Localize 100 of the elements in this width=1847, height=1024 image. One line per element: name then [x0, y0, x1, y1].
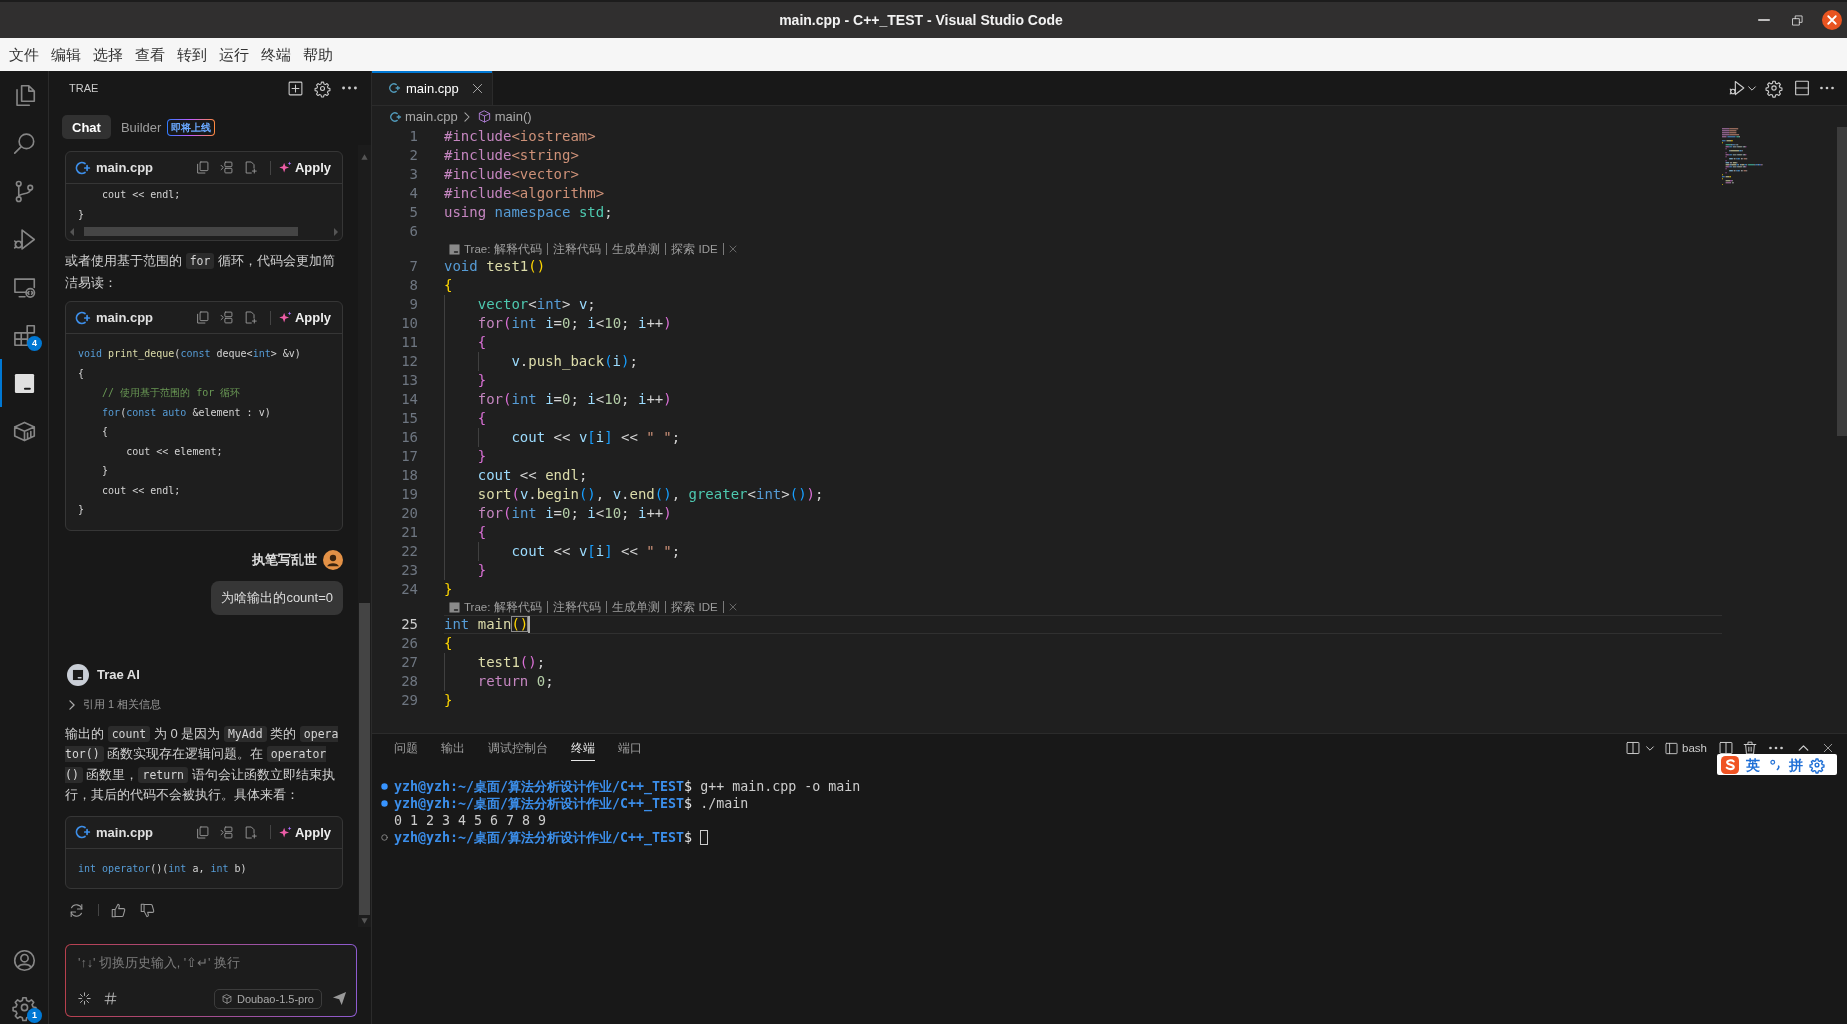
menu-item[interactable]: 转到 [171, 41, 213, 68]
send-icon[interactable] [332, 991, 347, 1006]
chat-mode-tab[interactable]: Builder 即将上线 [110, 115, 226, 139]
chat-input-box[interactable]: '↑↓' 切换历史输入, '⇧↵' 换行 Doubao-1.5-pro [65, 944, 357, 1017]
terminal-selector[interactable]: bash [1665, 741, 1707, 755]
panel-tab[interactable]: 问题 [394, 734, 418, 761]
scrollbar-thumb[interactable] [359, 603, 370, 915]
new-file-icon[interactable] [243, 311, 257, 324]
code-line: { [444, 276, 453, 295]
thumbs-down-icon[interactable] [140, 902, 155, 918]
more-icon[interactable] [342, 86, 357, 90]
chat-mode-tab[interactable]: Chat [62, 115, 111, 139]
line-number: 17 [400, 447, 418, 466]
logo-icon[interactable] [1720, 755, 1740, 774]
chevron-up-icon[interactable] [1798, 745, 1809, 751]
copy-icon[interactable] [195, 825, 209, 839]
play-bug-icon[interactable] [1729, 80, 1745, 96]
codelens-link[interactable]: 注释代码 [553, 599, 602, 615]
code-line: vector<int> v; [476, 295, 596, 314]
insert-icon[interactable] [219, 825, 233, 839]
code-line: } [101, 464, 110, 478]
status-dot-icon[interactable] [381, 783, 388, 790]
more-icon[interactable] [1769, 746, 1783, 750]
codelens-link[interactable]: 解释代码 [494, 241, 543, 257]
ime-mode[interactable]: 英 [1746, 755, 1760, 774]
new-file-icon[interactable] [243, 161, 257, 174]
split-icon[interactable] [1719, 741, 1733, 755]
insert-icon[interactable] [219, 161, 233, 174]
menu-item[interactable]: 运行 [213, 41, 255, 68]
scrollbar-thumb[interactable] [1837, 127, 1847, 436]
cpp-file-icon [74, 824, 90, 840]
code-line: for(const auto &element : v) [101, 405, 272, 420]
line-number: 27 [400, 653, 418, 672]
play-bug-icon [12, 227, 36, 251]
references-toggle[interactable]: 引用 1 相关信息 [65, 694, 162, 715]
new-file-icon[interactable] [243, 825, 257, 839]
codelens-link[interactable]: 注释代码 [553, 241, 602, 257]
monitor-icon [12, 275, 36, 299]
cpp-file-icon [388, 82, 400, 94]
menu-item[interactable]: 文件 [3, 41, 45, 68]
apply-button[interactable]: Apply [278, 821, 331, 843]
editor-tab[interactable]: main.cpp [372, 71, 493, 105]
terminal-line: yzh@yzh:~/桌面/算法分析设计作业/C++_TEST$ g++ main.cpp -o main [394, 777, 861, 796]
panel-tab[interactable]: 输出 [441, 734, 465, 761]
apply-button[interactable]: Apply [278, 156, 331, 179]
plus-square-icon[interactable] [288, 80, 303, 96]
split-icon[interactable] [1794, 80, 1810, 96]
chevron-down-icon[interactable] [1646, 745, 1655, 751]
ime-scheme[interactable]: 拼 [1789, 755, 1803, 774]
code-line: cout << v[i] << " "; [510, 428, 681, 447]
close-icon[interactable] [472, 82, 483, 94]
breadcrumb-item[interactable]: main() [494, 109, 532, 124]
settings-icon[interactable] [1810, 757, 1824, 772]
horizontal-scrollbar[interactable] [70, 226, 338, 237]
chevron-down-icon[interactable] [1748, 85, 1756, 91]
panel-tab[interactable]: 端口 [618, 734, 642, 761]
codelens-link[interactable]: 探索 IDE [671, 241, 718, 257]
close-icon[interactable] [1822, 10, 1842, 30]
codelens-link[interactable]: 生成单测 [612, 241, 661, 257]
more-icon[interactable] [1820, 86, 1834, 90]
window-icon [1665, 741, 1679, 755]
breadcrumb-item[interactable]: main.cpp [405, 109, 458, 124]
panel-tab[interactable]: 终端 [571, 734, 595, 761]
menu-item[interactable]: 选择 [87, 41, 129, 68]
code-line: for(int i=0; i<10; i++) [476, 390, 672, 409]
thumbs-up-icon[interactable] [111, 902, 126, 918]
trash-icon[interactable] [1743, 741, 1757, 755]
activity-item[interactable]: 4 [0, 311, 48, 359]
code-line: v.push_back(i); [510, 352, 638, 371]
menu-item[interactable]: 终端 [255, 41, 297, 68]
count-badge: 1 [27, 1008, 42, 1023]
line-number: 18 [400, 466, 418, 485]
refresh-icon[interactable] [69, 902, 84, 918]
menu-item[interactable]: 帮助 [297, 41, 339, 68]
activity-item[interactable]: 1 [0, 977, 48, 1024]
crate-icon [12, 419, 36, 443]
model-selector[interactable]: Doubao-1.5-pro [213, 988, 322, 1009]
codelens-link[interactable]: 探索 IDE [671, 599, 718, 615]
sparkle-rays-icon[interactable] [78, 992, 91, 1005]
menu-item[interactable]: 查看 [129, 41, 171, 68]
copy-icon[interactable] [195, 311, 209, 324]
chat-input[interactable]: '↑↓' 切换历史输入, '⇧↵' 换行 [66, 945, 356, 983]
line-number: 1 [408, 127, 418, 146]
status-dot-icon[interactable] [381, 800, 388, 807]
insert-icon[interactable] [219, 311, 233, 324]
apply-button[interactable]: Apply [278, 306, 331, 329]
layout-icon[interactable] [1626, 741, 1641, 755]
panel-tab[interactable]: 调试控制台 [488, 734, 548, 761]
close-icon[interactable] [1823, 743, 1833, 753]
settings-icon[interactable] [315, 80, 330, 96]
codelens-link[interactable]: 生成单测 [612, 599, 661, 615]
punctuation-icon[interactable] [1770, 758, 1781, 771]
status-ring-icon[interactable] [381, 834, 388, 841]
menu-item[interactable]: 编辑 [45, 41, 87, 68]
restore-icon[interactable] [1792, 14, 1803, 26]
code-line: // 使用基于范围的 for 循环 [101, 386, 242, 400]
codelens-link[interactable]: 解释代码 [494, 599, 543, 615]
hash-icon[interactable] [104, 992, 117, 1005]
copy-icon[interactable] [195, 161, 209, 174]
settings-icon[interactable] [1766, 80, 1782, 96]
